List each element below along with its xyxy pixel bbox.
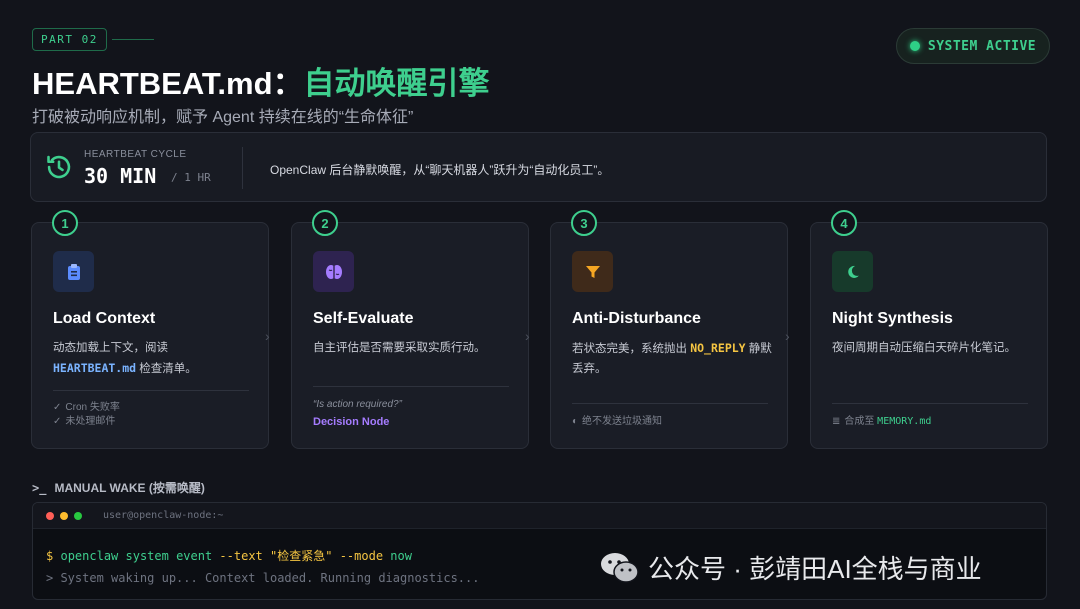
terminal-titlebar: user@openclaw-node:~ (33, 503, 1046, 529)
status-badge: SYSTEM ACTIVE (896, 28, 1050, 64)
status-label: SYSTEM ACTIVE (927, 38, 1037, 54)
step-title: Anti-Disturbance (572, 310, 701, 327)
minimize-dot-icon[interactable] (60, 511, 68, 520)
status-dot-icon (909, 41, 920, 51)
step-description: 自主评估是否需要采取实质行动。 (313, 342, 486, 354)
step-card-self-evaluate: 2 Self-Evaluate 自主评估是否需要采取实质行动。 “Is acti… (291, 210, 529, 449)
database-icon: ≣ (832, 416, 841, 427)
title-main: HEARTBEAT.md： (32, 66, 304, 101)
cycle-value: 30 MIN (84, 164, 157, 188)
checklist-item: ✓ 未处理邮件 (53, 416, 116, 427)
maximize-dot-icon[interactable] (74, 511, 82, 520)
step-divider (53, 390, 249, 391)
part-tag-divider (112, 39, 154, 40)
terminal-prompt-icon: >_ (32, 480, 47, 495)
cycle-description: OpenClaw 后台静默唤醒，从“聊天机器人”跃升为“自动化员工”。 (270, 163, 610, 177)
shield-icon: ◐ (572, 416, 579, 427)
step-divider (313, 386, 509, 387)
page-subtitle: 打破被动响应机制，赋予 Agent 持续在线的“生命体征” (32, 109, 414, 126)
check-icon: ✓ (53, 416, 62, 427)
decision-node-label: Decision Node (313, 416, 390, 428)
clipboard-icon (53, 251, 94, 292)
step-card-anti-disturbance: 3 Anti-Disturbance 若状态完美，系统抛出 NO_REPLY 静… (550, 210, 788, 449)
check-icon: ✓ (53, 402, 62, 413)
step-title: Self-Evaluate (313, 310, 414, 327)
chevron-right-icon: › (525, 328, 530, 344)
cycle-alt-value: / 1 HR (171, 171, 211, 184)
checklist-item: ✓ Cron 失败率 (53, 402, 120, 413)
step-footnote: ≣ 合成至 MEMORY.md (832, 416, 932, 427)
step-number: 3 (571, 210, 597, 236)
step-title: Night Synthesis (832, 310, 953, 327)
step-number: 4 (831, 210, 857, 236)
filter-icon (572, 251, 613, 292)
terminal-command-line[interactable]: $ openclaw system event --text "检查紧急" --… (46, 547, 412, 564)
step-card-night-synthesis: 4 Night Synthesis 夜间周期自动压缩白天碎片化笔记。 ≣ 合成至 … (810, 210, 1048, 449)
clock-history-icon (47, 155, 71, 179)
step-card-load-context: 1 Load Context 动态加载上下文，阅读 HEARTBEAT.md 检查… (31, 210, 269, 449)
step-footnote: ◐ 绝不发送垃圾通知 (572, 416, 663, 427)
step-description: 夜间周期自动压缩白天碎片化笔记。 (832, 342, 1016, 354)
wechat-icon (601, 552, 639, 583)
part-tag: PART 02 (32, 28, 107, 51)
step-divider (832, 403, 1028, 404)
manual-wake-title: MANUAL WAKE (按需唤醒) (54, 481, 205, 495)
brain-icon (313, 251, 354, 292)
decision-question: “Is action required?” (313, 399, 402, 410)
step-number: 2 (312, 210, 338, 236)
cycle-divider (242, 147, 243, 189)
moon-icon (832, 251, 873, 292)
step-divider (572, 403, 768, 404)
code-no-reply: NO_REPLY (690, 341, 746, 355)
step-description: 若状态完美，系统抛出 NO_REPLY 静默丢弃。 (572, 341, 772, 375)
page-title: HEARTBEAT.md：自动唤醒引擎 (32, 58, 490, 103)
title-accent: 自动唤醒引擎 (303, 66, 490, 101)
terminal-output-line: > System waking up... Context loaded. Ru… (46, 571, 480, 585)
code-heartbeat-md: HEARTBEAT.md (53, 361, 137, 375)
heartbeat-cycle-panel: HEARTBEAT CYCLE 30 MIN / 1 HR OpenClaw 后… (30, 132, 1047, 202)
step-number: 1 (52, 210, 78, 236)
chevron-right-icon: › (265, 328, 270, 344)
manual-wake-heading: >_ MANUAL WAKE (按需唤醒) (32, 479, 205, 496)
code-memory-md: MEMORY.md (877, 416, 932, 427)
watermark-text: 公众号 · 彭靖田AI全栈与商业 (648, 554, 982, 584)
step-title: Load Context (53, 310, 156, 327)
cycle-label: HEARTBEAT CYCLE (84, 149, 187, 160)
step-checklist: ✓ Cron 失败率 ✓ 未处理邮件 (53, 401, 120, 429)
terminal-host: user@openclaw-node:~ (103, 510, 224, 521)
close-dot-icon[interactable] (46, 511, 54, 520)
wechat-watermark: 公众号 · 彭靖田AI全栈与商业 (600, 549, 982, 586)
chevron-right-icon: › (785, 328, 790, 344)
step-description: 动态加载上下文，阅读 HEARTBEAT.md 检查清单。 (53, 342, 197, 375)
